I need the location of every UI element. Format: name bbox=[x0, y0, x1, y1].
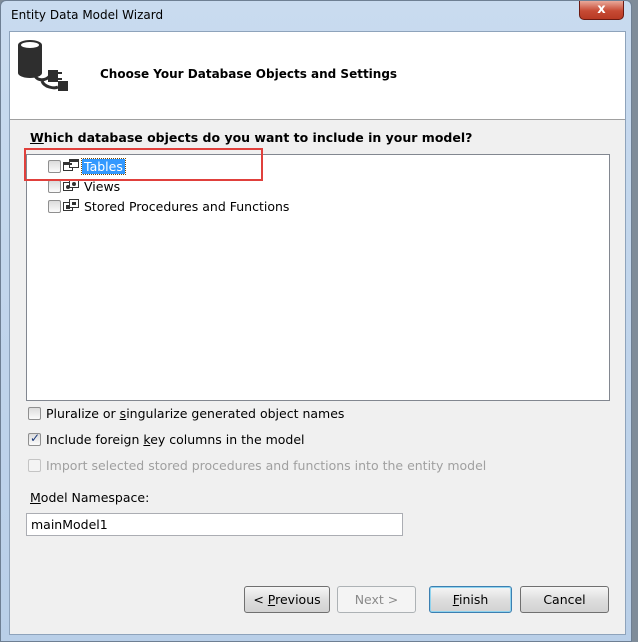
import-procedures-checkbox bbox=[28, 459, 41, 472]
pluralize-checkbox[interactable] bbox=[28, 407, 41, 420]
cancel-button[interactable]: Cancel bbox=[520, 586, 609, 613]
finish-button[interactable]: Finish bbox=[429, 586, 512, 613]
previous-button[interactable]: < Previous bbox=[244, 586, 330, 613]
window-title: Entity Data Model Wizard bbox=[11, 8, 164, 22]
annotation-highlight bbox=[24, 148, 263, 181]
import-procedures-option: Import selected stored procedures and fu… bbox=[28, 458, 486, 473]
model-namespace-label: Model Namespace: bbox=[30, 490, 150, 505]
model-namespace-input[interactable] bbox=[26, 513, 403, 536]
database-connection-icon bbox=[18, 40, 68, 91]
close-button[interactable]: x bbox=[579, 1, 624, 20]
foreign-key-label: Include foreign key columns in the model bbox=[46, 432, 305, 447]
pluralize-option[interactable]: Pluralize or singularize generated objec… bbox=[28, 406, 344, 421]
import-procedures-label: Import selected stored procedures and fu… bbox=[46, 458, 487, 473]
database-objects-tree[interactable]: Tables Views Stored Procedures and Funct… bbox=[26, 154, 610, 401]
tree-item-stored-procedures[interactable]: Stored Procedures and Functions bbox=[48, 197, 291, 215]
next-button: Next > bbox=[337, 586, 416, 613]
title-bar[interactable]: Entity Data Model Wizard x bbox=[1, 1, 631, 31]
tree-item-label: Stored Procedures and Functions bbox=[84, 198, 290, 214]
foreign-key-option[interactable]: Include foreign key columns in the model bbox=[28, 431, 305, 447]
views-checkbox[interactable] bbox=[48, 179, 61, 193]
view-icon bbox=[63, 179, 79, 193]
header-banner: Choose Your Database Objects and Setting… bbox=[10, 32, 625, 120]
stored-procedures-checkbox[interactable] bbox=[48, 199, 61, 213]
foreign-key-checkbox[interactable] bbox=[28, 431, 41, 446]
stored-procedure-icon bbox=[63, 199, 79, 213]
wizard-content: Choose Your Database Objects and Setting… bbox=[9, 31, 626, 635]
objects-question-label: Which database objects do you want to in… bbox=[30, 130, 473, 145]
wizard-window: Entity Data Model Wizard x Choose Your D… bbox=[0, 0, 632, 642]
page-title: Choose Your Database Objects and Setting… bbox=[100, 67, 398, 81]
pluralize-label: Pluralize or singularize generated objec… bbox=[46, 406, 345, 421]
objects-question-text: hich database objects do you want to inc… bbox=[43, 130, 473, 145]
